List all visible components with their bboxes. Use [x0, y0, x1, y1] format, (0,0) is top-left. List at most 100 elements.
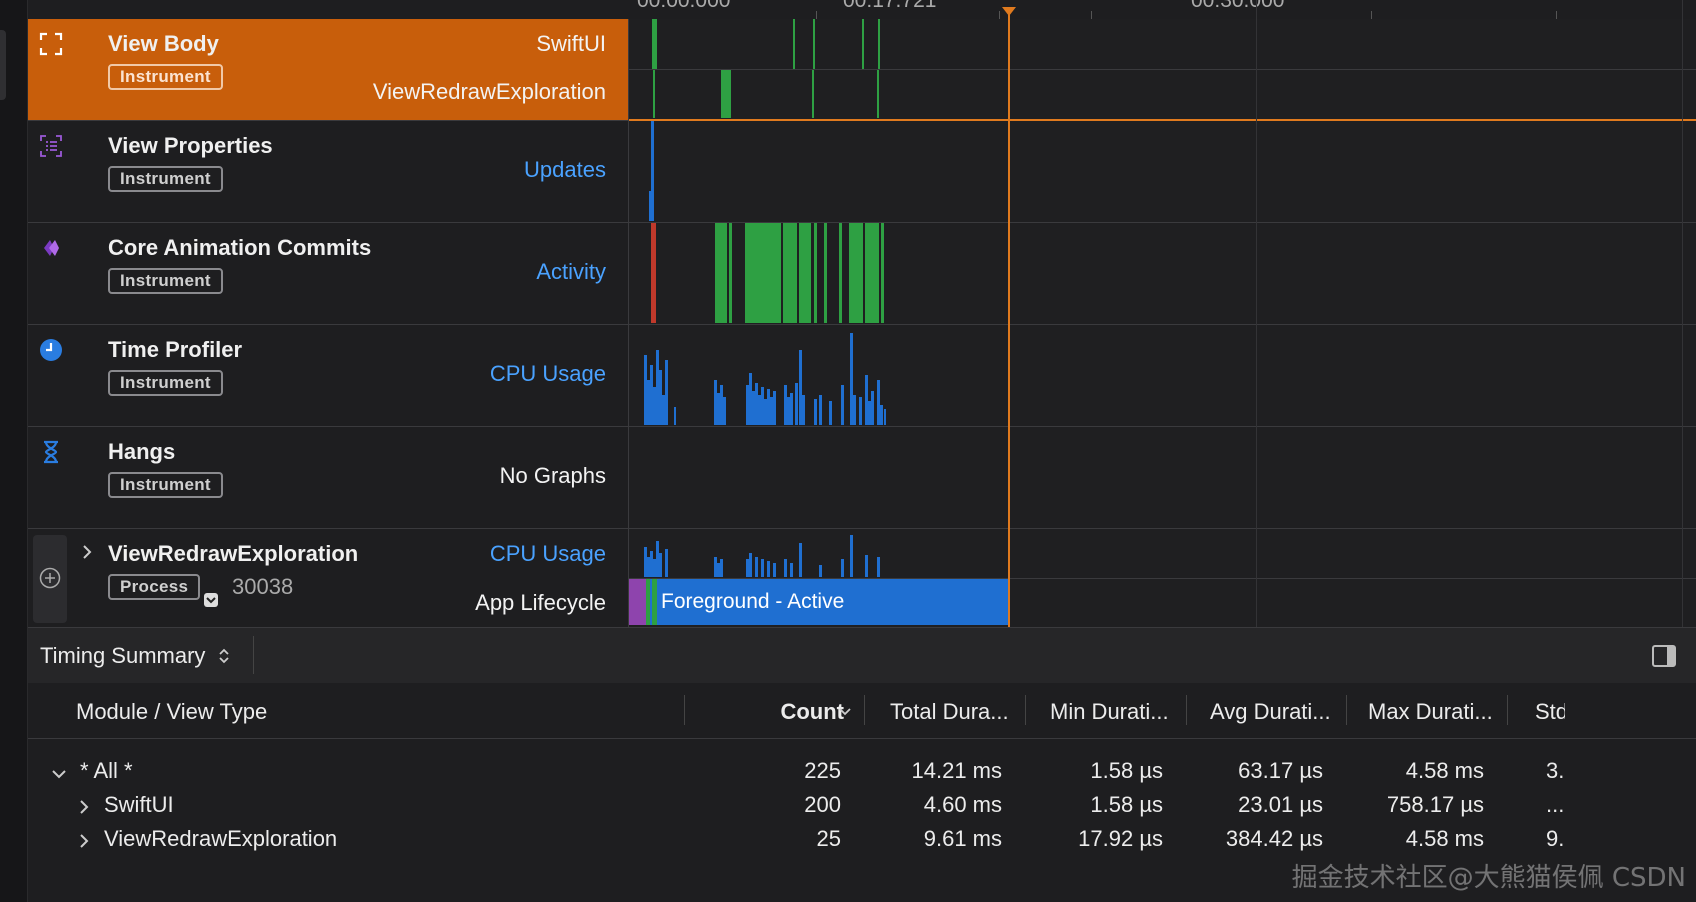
- ruler-label-current: 00:17.721: [843, 0, 937, 12]
- row-max: 4.58 ms: [1405, 826, 1484, 851]
- sidebar-toggle-icon[interactable]: [1652, 645, 1676, 667]
- chevron-right-icon[interactable]: [78, 798, 90, 816]
- detail-view-selector[interactable]: Timing Summary: [40, 643, 230, 669]
- graph-label: No Graphs: [499, 463, 606, 488]
- row-name: ViewRedrawExploration: [104, 826, 338, 851]
- ruler-tick: [1371, 11, 1372, 19]
- table-row[interactable]: * All * 225 14.21 ms 1.58 µs 63.17 µs 4.…: [28, 754, 1696, 790]
- graph-bar: [729, 223, 732, 323]
- graph-bar: [865, 223, 879, 323]
- column-separator[interactable]: [1507, 695, 1508, 725]
- graph-bar: [849, 223, 863, 323]
- row-count: 25: [816, 826, 841, 851]
- track-time-profiler[interactable]: Time Profiler Instrument CPU Usage: [28, 325, 1696, 427]
- view-body-graph[interactable]: [629, 19, 1696, 120]
- row-std: ...: [1546, 792, 1565, 817]
- row-min: 1.58 µs: [1090, 792, 1163, 817]
- track-label-pane[interactable]: View Properties Instrument Updates: [28, 121, 629, 222]
- track-label-pane[interactable]: Time Profiler Instrument CPU Usage: [28, 325, 629, 426]
- sort-descending-icon[interactable]: [838, 707, 852, 717]
- graph-bar: [814, 223, 817, 323]
- detail-selector-bar: Timing Summary: [28, 627, 1696, 684]
- column-header-total[interactable]: Total Dura...: [890, 699, 1009, 725]
- separator: [253, 636, 254, 674]
- track-label-pane[interactable]: Core Animation Commits Instrument Activi…: [28, 223, 629, 324]
- chevron-down-icon[interactable]: [204, 593, 218, 607]
- row-total: 14.21 ms: [911, 758, 1003, 783]
- track-type-badge: Instrument: [108, 166, 223, 192]
- track-label-pane[interactable]: ViewRedrawExploration Process 30038 CPU …: [28, 529, 629, 627]
- column-header-count[interactable]: Count: [780, 699, 844, 725]
- row-min: 17.92 µs: [1078, 826, 1163, 851]
- graph-label-cpu[interactable]: CPU Usage: [490, 541, 606, 567]
- time-ruler[interactable]: 00:00.000 00:17.721 00:30.000: [631, 0, 1696, 20]
- time-profiler-graph[interactable]: [629, 325, 1696, 426]
- column-separator[interactable]: [1346, 695, 1347, 725]
- graph-label[interactable]: CPU Usage: [490, 361, 606, 387]
- graph-label[interactable]: Updates: [524, 157, 606, 183]
- add-circle-icon[interactable]: [39, 567, 61, 589]
- chevron-down-icon[interactable]: [50, 768, 68, 780]
- lifecycle-launch-segment: [629, 579, 646, 625]
- track-hangs[interactable]: Hangs Instrument No Graphs: [28, 427, 1696, 529]
- gutter-handle[interactable]: [0, 30, 6, 100]
- table-row[interactable]: ViewRedrawExploration 25 9.61 ms 17.92 µ…: [28, 822, 1696, 858]
- left-gutter: [0, 0, 28, 902]
- column-separator[interactable]: [1186, 695, 1187, 725]
- table-row[interactable]: SwiftUI 200 4.60 ms 1.58 µs 23.01 µs 758…: [28, 788, 1696, 824]
- track-title: Time Profiler: [108, 337, 243, 362]
- lane-divider: [629, 69, 1696, 70]
- playhead[interactable]: [1008, 8, 1010, 627]
- track-title: ViewRedrawExploration: [108, 541, 359, 566]
- chevron-right-icon[interactable]: [78, 832, 90, 850]
- graph-label[interactable]: Activity: [536, 259, 606, 285]
- clock-icon: [40, 339, 62, 361]
- grid-line: [1682, 0, 1683, 627]
- track-view-body[interactable]: View Body Instrument SwiftUI ViewRedrawE…: [28, 19, 1696, 121]
- playhead-handle[interactable]: [1002, 7, 1016, 16]
- track-title: Core Animation Commits: [108, 235, 372, 260]
- column-header-std[interactable]: Std: [1535, 699, 1565, 725]
- track-core-animation[interactable]: Core Animation Commits Instrument Activi…: [28, 223, 1696, 325]
- view-properties-graph[interactable]: [629, 121, 1696, 222]
- graph-bar: [649, 191, 652, 221]
- column-header-max[interactable]: Max Durati...: [1368, 699, 1493, 725]
- cpu-usage-chart: [644, 333, 886, 425]
- track-process[interactable]: ViewRedrawExploration Process 30038 CPU …: [28, 529, 1696, 627]
- column-header-module[interactable]: Module / View Type: [76, 699, 267, 725]
- track-label-pane[interactable]: View Body Instrument SwiftUI ViewRedrawE…: [28, 19, 629, 120]
- row-total: 4.60 ms: [923, 792, 1002, 817]
- row-std: 3...: [1546, 758, 1566, 783]
- column-header-min[interactable]: Min Durati...: [1050, 699, 1169, 725]
- track-view-properties[interactable]: View Properties Instrument Updates: [28, 121, 1696, 223]
- hangs-graph[interactable]: [629, 427, 1696, 528]
- graph-label-lifecycle: App Lifecycle: [475, 590, 606, 615]
- track-type-badge[interactable]: Process: [108, 574, 201, 600]
- process-graph[interactable]: Foreground - Active: [629, 529, 1696, 627]
- column-header-avg[interactable]: Avg Durati...: [1210, 699, 1331, 725]
- process-id: 30038: [232, 574, 294, 599]
- list-icon: [40, 135, 62, 157]
- row-std: 9...: [1546, 826, 1566, 851]
- graph-bar: [812, 70, 814, 118]
- add-track-area[interactable]: [33, 535, 67, 623]
- row-avg: 63.17 µs: [1238, 758, 1323, 783]
- row-max: 4.58 ms: [1405, 758, 1484, 783]
- core-animation-graph[interactable]: [629, 223, 1696, 324]
- track-type-badge: Instrument: [108, 268, 223, 294]
- row-count: 200: [804, 792, 841, 817]
- row-max: 758.17 µs: [1386, 792, 1484, 817]
- focus-frame-icon: [39, 32, 63, 56]
- graph-bar: [653, 70, 655, 118]
- layers-diamond-icon: [44, 240, 59, 256]
- track-title: View Properties: [108, 133, 273, 158]
- graph-bar: [813, 19, 815, 69]
- chevron-right-icon[interactable]: [80, 543, 94, 561]
- lifecycle-foreground-segment[interactable]: Foreground - Active: [657, 579, 1008, 625]
- detail-view-label: Timing Summary: [40, 643, 206, 668]
- column-separator[interactable]: [684, 695, 685, 725]
- graph-bar: [652, 19, 657, 69]
- track-label-pane[interactable]: Hangs Instrument No Graphs: [28, 427, 629, 528]
- column-separator[interactable]: [1025, 695, 1026, 725]
- column-separator[interactable]: [864, 695, 865, 725]
